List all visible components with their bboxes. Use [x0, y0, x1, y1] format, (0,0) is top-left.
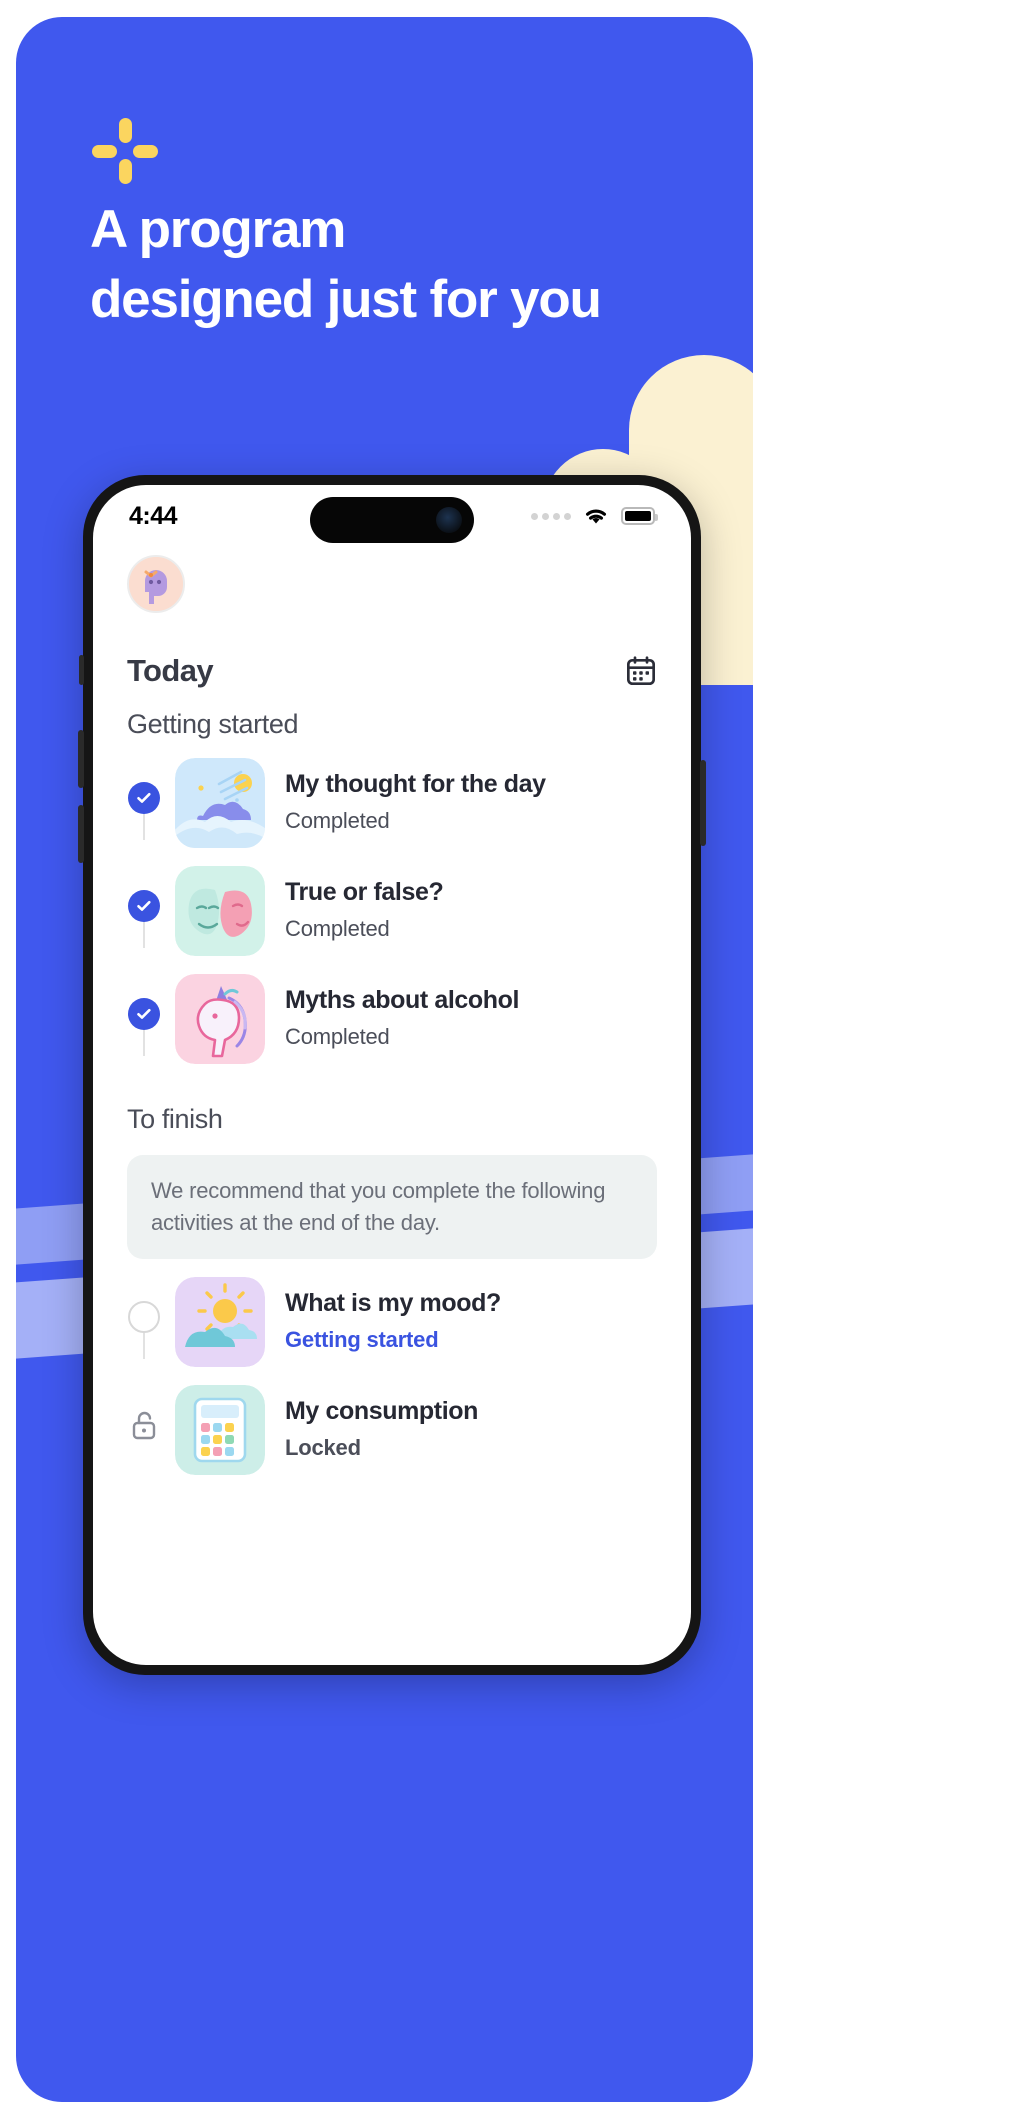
task-status: Completed: [285, 808, 390, 833]
task-status: Completed: [285, 1024, 390, 1049]
task-rail: [127, 1385, 161, 1441]
check-circle-icon[interactable]: [128, 890, 160, 922]
unicorn-thumb[interactable]: [175, 974, 265, 1064]
phone-volume-down-button[interactable]: [78, 805, 84, 863]
dynamic-island: [310, 497, 474, 543]
phone-volume-up-button[interactable]: [78, 730, 84, 788]
task-rail: [127, 1277, 161, 1359]
section-title-getting-started: Getting started: [127, 709, 299, 739]
calculator-thumb[interactable]: [175, 1385, 265, 1475]
app-content: Today Getting started My thought for the…: [93, 555, 691, 1475]
four-bar-plus-icon: [92, 118, 158, 184]
task-status: Locked: [285, 1435, 361, 1460]
check-circle-icon[interactable]: [128, 782, 160, 814]
theatre-masks-thumb[interactable]: [175, 866, 265, 956]
signal-dots-icon: [531, 512, 571, 520]
recommendation-card: We recommend that you complete the follo…: [127, 1155, 657, 1259]
task-text: Myths about alcohol Completed: [285, 974, 519, 1050]
task-rail: [127, 758, 161, 840]
phone-mockup: 4:44 Today Getting started My thought fo…: [78, 475, 706, 1675]
task-status: Completed: [285, 916, 390, 941]
task-title: What is my mood?: [285, 1289, 501, 1317]
phone-screen: 4:44 Today Getting started My thought fo…: [93, 485, 691, 1665]
clouds-sun-thumb[interactable]: [175, 758, 265, 848]
headline-line-1: A program: [90, 200, 346, 259]
section-title-to-finish: To finish: [127, 1104, 223, 1134]
task-status: Getting started: [285, 1327, 439, 1352]
task-text: My consumption Locked: [285, 1385, 478, 1461]
list-item[interactable]: My thought for the day Completed: [127, 758, 657, 848]
empty-circle-icon[interactable]: [128, 1301, 160, 1333]
list-item[interactable]: True or false? Completed: [127, 866, 657, 956]
page-title: A program designed just for you: [90, 195, 730, 335]
battery-full-icon: [621, 507, 658, 525]
status-indicators: [531, 506, 658, 526]
task-text: My thought for the day Completed: [285, 758, 546, 834]
check-circle-icon[interactable]: [128, 998, 160, 1030]
task-text: What is my mood? Getting started: [285, 1277, 501, 1353]
today-header: Today: [127, 653, 657, 689]
page-title: Today: [127, 653, 214, 688]
avatar[interactable]: [127, 555, 185, 613]
calendar-icon[interactable]: [625, 655, 657, 687]
task-title: Myths about alcohol: [285, 986, 520, 1014]
list-item[interactable]: Myths about alcohol Completed: [127, 974, 657, 1064]
wifi-icon: [586, 509, 606, 524]
list-item[interactable]: My consumption Locked: [127, 1385, 657, 1475]
status-time: 4:44: [129, 501, 178, 530]
task-rail: [127, 974, 161, 1056]
task-rail: [127, 866, 161, 948]
task-title: My thought for the day: [285, 770, 546, 798]
task-title: My consumption: [285, 1397, 479, 1425]
task-title: True or false?: [285, 878, 444, 906]
phone-power-button[interactable]: [700, 760, 706, 846]
front-camera-icon: [436, 507, 462, 533]
lock-icon[interactable]: [128, 1409, 160, 1441]
sun-cloud-thumb[interactable]: [175, 1277, 265, 1367]
poster-card: A program designed just for you 4:44 Tod…: [16, 17, 753, 2102]
task-text: True or false? Completed: [285, 866, 444, 942]
status-bar: 4:44: [93, 485, 691, 547]
headline-line-2: designed just for you: [90, 270, 602, 329]
phone-silence-switch[interactable]: [79, 655, 84, 685]
list-item[interactable]: What is my mood? Getting started: [127, 1277, 657, 1367]
